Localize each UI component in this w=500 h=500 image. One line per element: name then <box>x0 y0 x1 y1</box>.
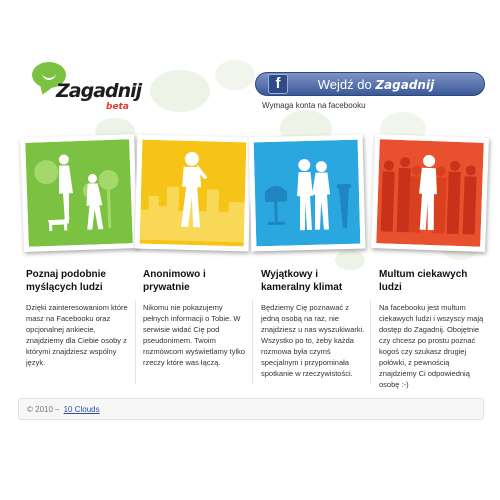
park-people-dog-icon <box>25 139 133 247</box>
facebook-f-icon: f <box>268 74 288 94</box>
feature-column: Anonimowo i prywatnie Nikomu nie pokazuj… <box>143 268 249 368</box>
feature-column: Wyjątkowy i kameralny klimat Będziemy Ci… <box>261 268 367 379</box>
feature-description: Na facebooku jest multum ciekawych ludzi… <box>379 303 484 389</box>
footer-link-10clouds[interactable]: 10 Clouds <box>64 405 100 414</box>
photo-tile-city <box>134 134 252 252</box>
background-bubble <box>215 60 255 90</box>
column-divider <box>252 300 253 384</box>
footer: © 2010 – 10 Clouds <box>18 398 484 420</box>
column-divider <box>370 300 371 384</box>
feature-title: Multum ciekawych ludzi <box>379 269 468 293</box>
crowd-silhouettes-icon <box>376 139 484 247</box>
facebook-login-button[interactable]: f Wejdź do Zagadnij <box>255 72 485 96</box>
logo-text: Zagadnij <box>56 80 142 102</box>
feature-column: Multum ciekawych ludzi Na facebooku jest… <box>379 268 485 390</box>
facebook-requirement-note: Wymaga konta na facebooku <box>262 101 366 110</box>
background-bubble <box>335 250 365 270</box>
feature-description: Będziemy Cię poznawać z jedną osobą na r… <box>261 303 365 378</box>
city-silhouette-woman-icon <box>139 139 247 247</box>
copyright-text: © 2010 – <box>27 404 60 414</box>
beta-badge: beta <box>106 102 129 112</box>
feature-title: Anonimowo i prywatnie <box>143 269 206 293</box>
feature-title: Wyjątkowy i kameralny klimat <box>261 269 343 293</box>
photo-tile-park <box>20 134 138 252</box>
feature-title: Poznaj podobnie myślących ludzi <box>26 269 106 293</box>
feature-description: Nikomu nie pokazujemy pełnych informacji… <box>143 303 246 367</box>
feature-column: Poznaj podobnie myślących ludzi Dzięki z… <box>26 268 132 368</box>
column-divider <box>135 300 136 384</box>
feature-description: Dzięki zainteresowaniom które masz na Fa… <box>26 303 128 367</box>
lounge-chairs-couple-icon <box>253 139 361 247</box>
background-bubble <box>150 70 210 112</box>
zagadnij-logo[interactable]: Zagadnij beta <box>30 62 142 122</box>
facebook-login-label: Wejdź do Zagadnij <box>317 76 435 92</box>
photo-tile-crowd <box>371 134 489 252</box>
photo-tile-lounge <box>248 134 366 252</box>
